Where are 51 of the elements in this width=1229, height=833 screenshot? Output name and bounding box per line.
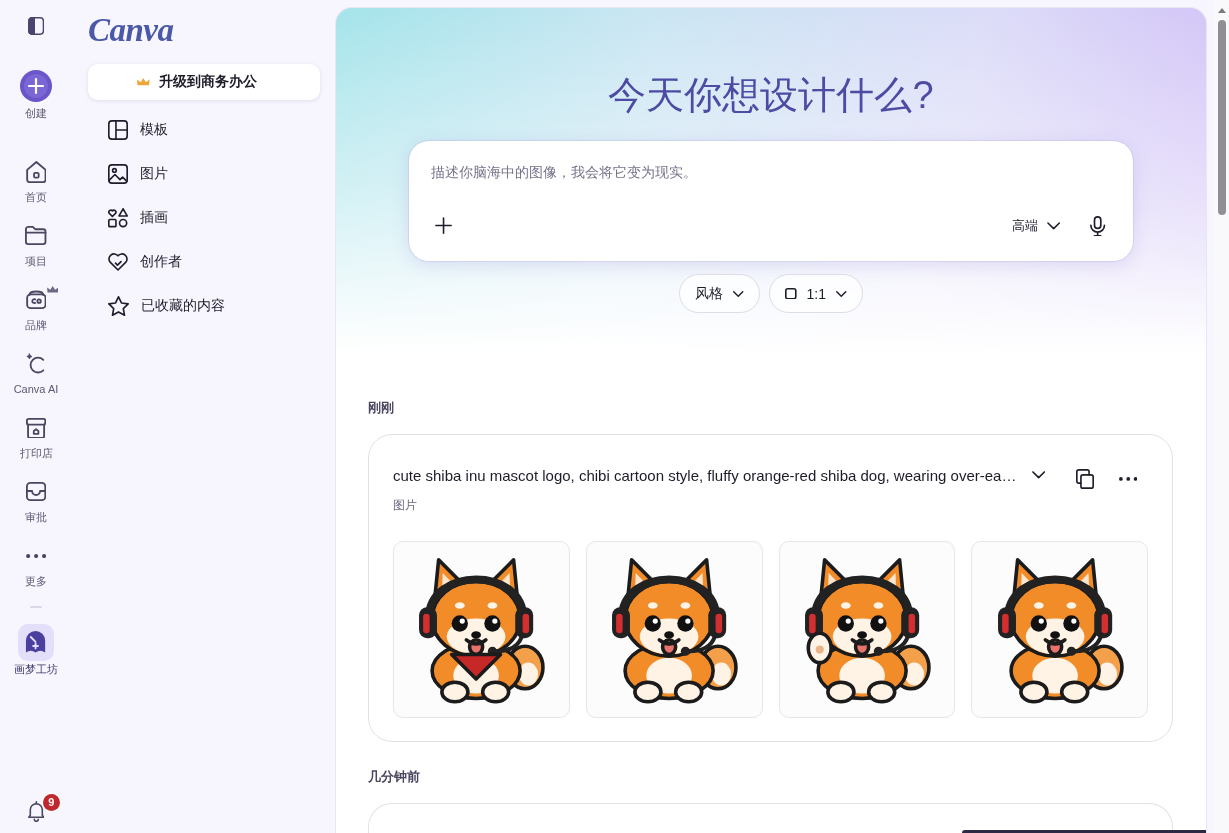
plus-icon [435, 217, 453, 235]
shapes-icon [108, 208, 128, 228]
heart-icon [108, 253, 128, 271]
more-icon [1118, 477, 1138, 481]
quality-dropdown[interactable]: 高端 [1007, 211, 1064, 241]
plus-disc-icon [20, 70, 52, 102]
chevron-down-icon [836, 290, 847, 297]
panel-item[interactable]: 插画 [88, 196, 320, 240]
prompt-field[interactable]: 描述你脑海中的图像，我会将它变为现实。 [431, 163, 1112, 181]
rail-item[interactable]: 更多 [0, 539, 72, 603]
image-tile[interactable] [778, 541, 956, 718]
bell-icon [27, 800, 45, 822]
rail-item[interactable]: Canva AI [0, 347, 72, 411]
style-dropdown[interactable]: 风格 [679, 274, 760, 313]
image-tile[interactable] [585, 541, 763, 718]
aspect-ratio-dropdown[interactable]: 1:1 [768, 274, 863, 313]
notifications-button[interactable] [27, 800, 45, 822]
chevron-down-icon [1031, 471, 1046, 479]
scrollbar-thumb[interactable] [1217, 20, 1226, 215]
rail-item[interactable]: 打印店 [0, 411, 72, 475]
microphone-icon [1090, 215, 1106, 237]
rail-item[interactable]: 项目 [0, 219, 72, 283]
image-tile[interactable] [393, 541, 570, 718]
page-title: 今天你想设计什么? [607, 73, 935, 118]
prompt-text: cute shiba inu mascot logo, chibi cartoon style, fluffy orange-red shiba dog, wearing over-ea… [393, 466, 1017, 484]
create-button[interactable]: 创建 [4, 70, 68, 120]
layout-icon [108, 120, 128, 140]
panel-item[interactable]: 创作者 [88, 240, 320, 284]
section-heading: 刚刚 [368, 400, 394, 416]
scroll-up-arrow-icon[interactable] [1217, 8, 1226, 13]
panel-item[interactable]: 模板 [88, 108, 320, 152]
rail-item[interactable]: 品牌 [0, 283, 72, 347]
notification-badge: 9 [42, 793, 60, 811]
rail-item[interactable]: 首页 [0, 155, 72, 219]
image-tile[interactable] [971, 541, 1148, 718]
result-type: 图片 [393, 498, 417, 512]
chevron-down-icon [1046, 222, 1060, 230]
image-icon [108, 164, 128, 184]
panel-item[interactable]: 图片 [88, 152, 320, 196]
chevron-down-icon [733, 290, 744, 297]
copy-icon [1076, 469, 1094, 489]
upgrade-button[interactable]: 升级到商务办公 [88, 64, 320, 100]
panel-item[interactable]: 已收藏的内容 [88, 284, 320, 328]
rail-app-item[interactable]: 画梦工坊 [0, 624, 72, 676]
rail-item[interactable]: 审批 [0, 475, 72, 539]
canva-logo[interactable]: Canva [88, 11, 174, 49]
square-icon [784, 287, 797, 300]
section-heading: 几分钟前 [368, 769, 420, 785]
crown-icon [137, 78, 150, 86]
sidebar-toggle-icon[interactable] [27, 17, 45, 35]
star-icon [108, 296, 129, 316]
